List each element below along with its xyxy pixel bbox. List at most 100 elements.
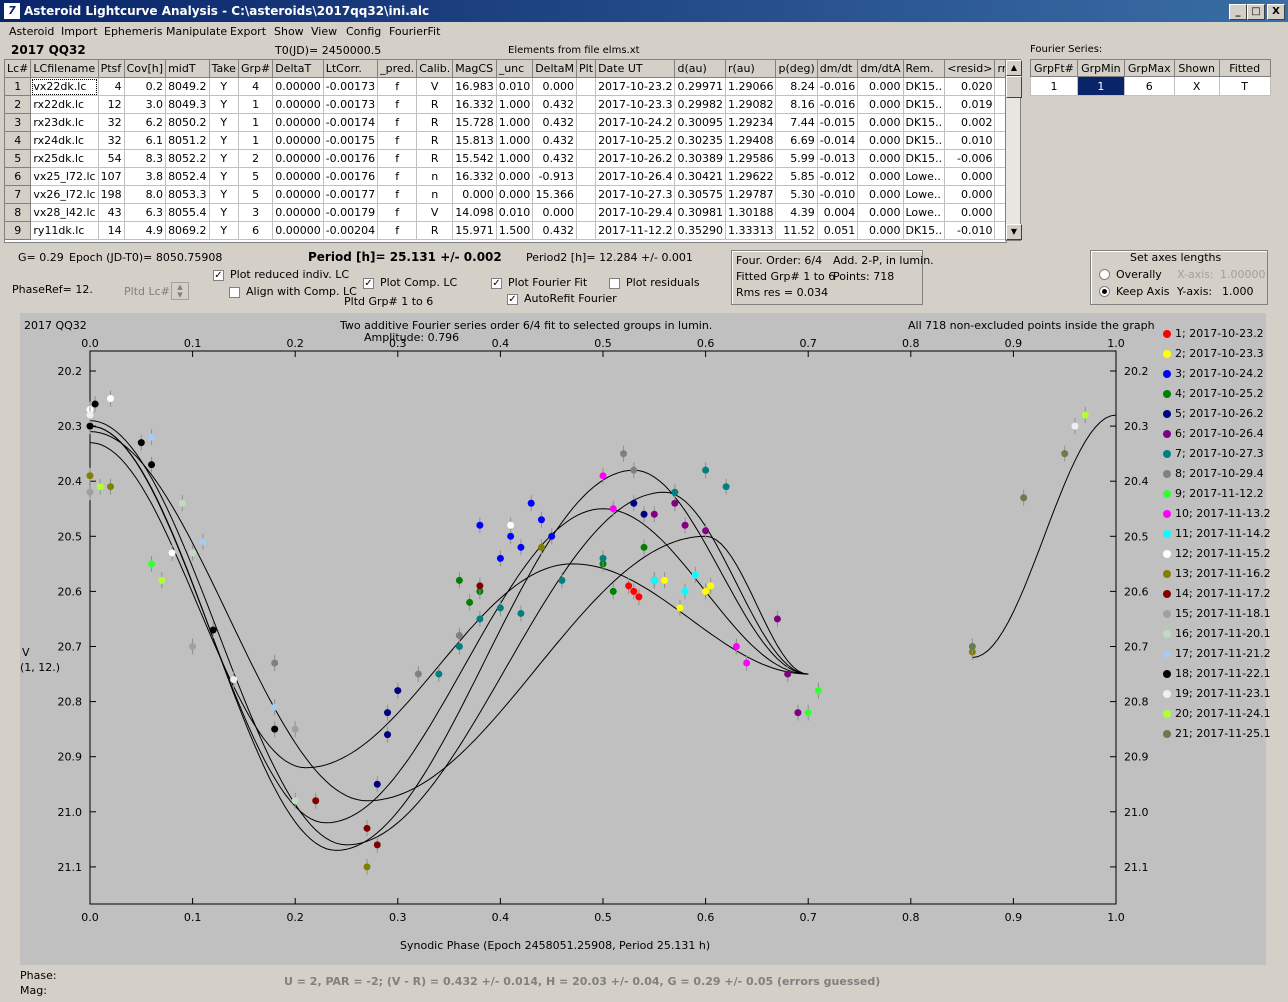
- table-cell[interactable]: 8052.2: [165, 149, 210, 168]
- table-cell[interactable]: [576, 113, 597, 132]
- table-cell[interactable]: 6.2: [124, 113, 167, 132]
- table-cell[interactable]: vx26_l72.lc: [30, 185, 99, 204]
- table-cell[interactable]: -0.015: [817, 113, 859, 132]
- table-cell[interactable]: 1: [238, 131, 274, 150]
- table-cell[interactable]: R: [416, 131, 454, 150]
- table-cell[interactable]: Y: [209, 131, 239, 150]
- table-cell[interactable]: 0.00000: [272, 77, 324, 96]
- table-cell[interactable]: 0.010: [496, 203, 534, 222]
- table-cell[interactable]: 0.000: [452, 185, 497, 204]
- column-header[interactable]: Calib.: [416, 60, 454, 78]
- table-cell[interactable]: f: [377, 149, 418, 168]
- table-cell[interactable]: Lowe..: [903, 203, 946, 222]
- row-number[interactable]: 8: [5, 203, 32, 222]
- table-cell[interactable]: 0.432: [532, 95, 578, 114]
- table-cell[interactable]: 1.29586: [725, 149, 777, 168]
- menu-ephemeris[interactable]: Ephemeris: [104, 25, 162, 38]
- table-cell[interactable]: 0.020: [944, 77, 996, 96]
- table-cell[interactable]: [576, 167, 597, 186]
- table-cell[interactable]: 1.000: [496, 149, 534, 168]
- table-cell[interactable]: Y: [209, 95, 239, 114]
- table-cell[interactable]: 0.000: [857, 77, 904, 96]
- table-cell[interactable]: 1.29408: [725, 131, 777, 150]
- table-cell[interactable]: 8.0: [124, 185, 167, 204]
- table-cell[interactable]: -0.014: [817, 131, 859, 150]
- table-cell[interactable]: Y: [209, 167, 239, 186]
- table-scrollbar[interactable]: ▲ ▼: [1005, 59, 1022, 241]
- table-cell[interactable]: 4: [238, 77, 274, 96]
- fourier-column-header[interactable]: GrpMin: [1076, 59, 1125, 77]
- table-cell[interactable]: f: [377, 113, 418, 132]
- column-header[interactable]: MagCS: [452, 60, 497, 78]
- table-cell[interactable]: 8.16: [775, 95, 818, 114]
- table-cell[interactable]: 15.728: [452, 113, 497, 132]
- table-cell[interactable]: 3.0: [124, 95, 167, 114]
- table-cell[interactable]: rx25dk.lc: [30, 149, 99, 168]
- table-cell[interactable]: [576, 131, 597, 150]
- table-cell[interactable]: 16.983: [452, 77, 497, 96]
- fourier-cell[interactable]: 1: [1030, 76, 1078, 96]
- table-cell[interactable]: [576, 221, 597, 240]
- menu-config[interactable]: Config: [346, 25, 381, 38]
- menu-fourierfit[interactable]: FourierFit: [389, 25, 440, 38]
- table-cell[interactable]: 1.000: [496, 95, 534, 114]
- keep-axis-radio[interactable]: [1099, 286, 1110, 297]
- table-cell[interactable]: 0.00000: [272, 149, 324, 168]
- table-cell[interactable]: rx22dk.lc: [30, 95, 99, 114]
- table-cell[interactable]: V: [416, 203, 454, 222]
- menu-asteroid[interactable]: Asteroid: [9, 25, 54, 38]
- table-cell[interactable]: 0.2: [124, 77, 167, 96]
- table-cell[interactable]: 2: [238, 149, 274, 168]
- fourier-column-header[interactable]: GrpMax: [1123, 59, 1175, 77]
- table-cell[interactable]: -0.00174: [323, 113, 379, 132]
- table-cell[interactable]: 0.000: [857, 149, 904, 168]
- table-cell[interactable]: [576, 77, 597, 96]
- table-cell[interactable]: 3.8: [124, 167, 167, 186]
- table-cell[interactable]: 0.00000: [272, 185, 324, 204]
- plot-fourier-checkbox[interactable]: ✓: [491, 278, 502, 289]
- table-cell[interactable]: -0.913: [532, 167, 578, 186]
- table-cell[interactable]: DK15..: [903, 221, 946, 240]
- table-cell[interactable]: -0.006: [944, 149, 996, 168]
- table-cell[interactable]: 0.010: [496, 77, 534, 96]
- table-cell[interactable]: -0.00204: [323, 221, 379, 240]
- table-cell[interactable]: rx24dk.lc: [30, 131, 99, 150]
- table-cell[interactable]: 32: [98, 131, 125, 150]
- column-header[interactable]: dm/dtA: [857, 60, 904, 78]
- plot-residuals-checkbox[interactable]: [609, 278, 620, 289]
- column-header[interactable]: p(deg): [775, 60, 818, 78]
- table-cell[interactable]: 0.432: [532, 221, 578, 240]
- table-cell[interactable]: 0.000: [857, 221, 904, 240]
- fourier-cell[interactable]: 6: [1123, 76, 1175, 96]
- table-cell[interactable]: f: [377, 131, 418, 150]
- table-cell[interactable]: 6.69: [775, 131, 818, 150]
- table-row[interactable]: 5 rx25dk.lc 54 8.3 8052.2 Y 2 0.00000 -0.00176 f R…: [5, 149, 1006, 168]
- table-cell[interactable]: 0.000: [857, 203, 904, 222]
- table-cell[interactable]: rx23dk.lc: [30, 113, 99, 132]
- table-cell[interactable]: 0.004: [817, 203, 859, 222]
- table-cell[interactable]: R: [416, 221, 454, 240]
- table-cell[interactable]: -0.00175: [323, 131, 379, 150]
- table-cell[interactable]: 2017-10-25.2: [595, 131, 676, 150]
- table-cell[interactable]: 0.30095: [674, 113, 726, 132]
- table-cell[interactable]: Y: [209, 221, 239, 240]
- table-cell[interactable]: -0.010: [817, 185, 859, 204]
- table-cell[interactable]: 2017-10-29.4: [595, 203, 676, 222]
- plot-comp-checkbox[interactable]: ✓: [363, 278, 374, 289]
- table-cell[interactable]: 0.051: [817, 221, 859, 240]
- table-cell[interactable]: 0.29982: [674, 95, 726, 114]
- table-cell[interactable]: 1.29082: [725, 95, 777, 114]
- table-cell[interactable]: 0.432: [532, 131, 578, 150]
- table-cell[interactable]: vx22dk.lc: [30, 77, 99, 96]
- yaxis-value[interactable]: 1.000: [1222, 285, 1254, 298]
- table-cell[interactable]: 14.098: [452, 203, 497, 222]
- table-cell[interactable]: 6.3: [124, 203, 167, 222]
- table-cell[interactable]: 43: [98, 203, 125, 222]
- table-cell[interactable]: 8055.4: [165, 203, 210, 222]
- table-cell[interactable]: 0.432: [532, 149, 578, 168]
- column-header[interactable]: r(au): [725, 60, 777, 78]
- column-header[interactable]: _unc: [496, 60, 534, 78]
- table-cell[interactable]: 0.35290: [674, 221, 726, 240]
- column-header[interactable]: d(au): [674, 60, 726, 78]
- column-header[interactable]: DeltaM: [532, 60, 578, 78]
